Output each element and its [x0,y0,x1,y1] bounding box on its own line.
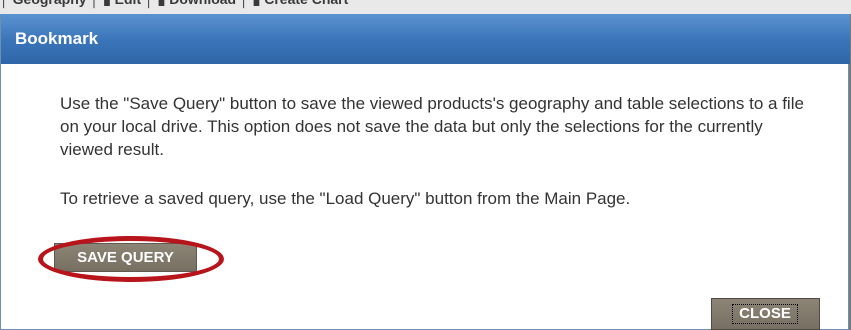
bookmark-dialog: Bookmark Use the "Save Query" button to … [0,14,850,330]
background-toolbar: │ Geography │ ▮ Edit │ ▮ Download │ ▮ Cr… [0,0,851,14]
close-button-label: CLOSE [732,304,798,324]
dialog-load-query-hint: To retrieve a saved query, use the "Load… [60,189,631,208]
save-query-button[interactable]: SAVE QUERY [54,243,197,272]
dialog-title-bar[interactable]: Bookmark [1,14,850,64]
dialog-title: Bookmark [15,29,99,48]
dialog-description: Use the "Save Query" button to save the … [60,94,804,159]
close-button[interactable]: CLOSE [711,298,820,330]
background-toolbar-text: │ Geography │ ▮ Edit │ ▮ Download │ ▮ Cr… [0,0,851,8]
